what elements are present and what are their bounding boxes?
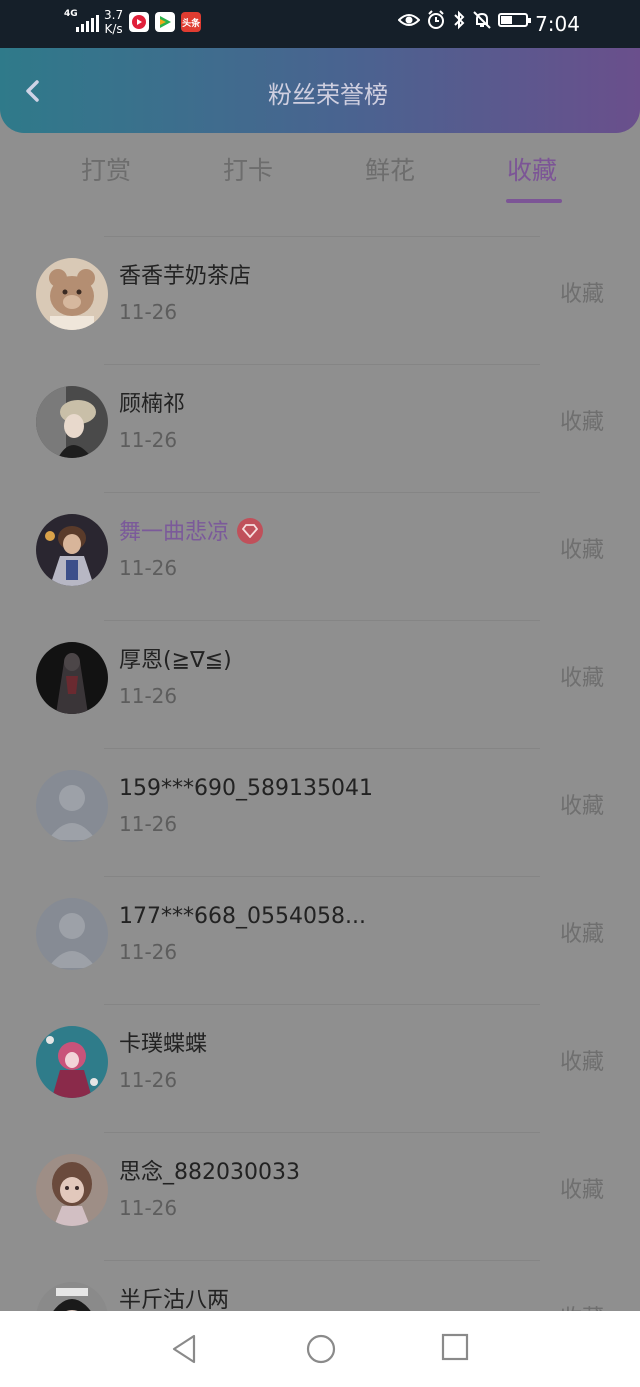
fan-name-text: 舞一曲悲凉 bbox=[119, 520, 230, 545]
action-label: 收藏 bbox=[559, 666, 604, 691]
mute-bell-icon bbox=[473, 11, 491, 29]
battery-level bbox=[501, 16, 512, 24]
list-item[interactable]: 香香芋奶茶店 11-26 收藏 bbox=[0, 236, 640, 364]
network-speed: 3.7 K/s bbox=[104, 8, 123, 36]
divider bbox=[104, 364, 540, 365]
tab-label: 打卡 bbox=[222, 156, 273, 185]
speed-value: 3.7 bbox=[104, 8, 124, 22]
fan-name: 思念_882030033 bbox=[119, 1160, 300, 1185]
avatar[interactable] bbox=[36, 1154, 108, 1226]
nav-recents-icon[interactable] bbox=[441, 1333, 469, 1361]
action-label: 收藏 bbox=[559, 1050, 604, 1075]
default-avatar-icon[interactable] bbox=[36, 898, 108, 970]
signal-icon: 4G bbox=[64, 8, 99, 36]
fan-name: 厚恩(≧∇≦) bbox=[119, 648, 232, 673]
nav-back-icon[interactable] bbox=[170, 1333, 198, 1365]
avatar[interactable] bbox=[36, 514, 108, 586]
status-right bbox=[398, 10, 531, 30]
action-label: 收藏 bbox=[559, 794, 604, 819]
fan-date: 11-26 bbox=[119, 1068, 178, 1092]
fan-name: 舞一曲悲凉 bbox=[119, 518, 264, 548]
fan-date: 11-26 bbox=[119, 300, 178, 324]
vip-diamond-icon bbox=[237, 518, 264, 544]
toutiao-label: 头条 bbox=[182, 18, 201, 29]
active-tab-indicator bbox=[506, 199, 562, 203]
divider bbox=[104, 1260, 540, 1261]
fan-list: 香香芋奶茶店 11-26 收藏 顾楠祁 11-26 收藏 舞一曲悲凉 11-26… bbox=[0, 236, 640, 1387]
list-item[interactable]: 舞一曲悲凉 11-26 收藏 bbox=[0, 492, 640, 620]
list-item[interactable]: 厚恩(≧∇≦) 11-26 收藏 bbox=[0, 620, 640, 748]
toutiao-app-icon: 头条 bbox=[181, 12, 202, 32]
avatar[interactable] bbox=[36, 642, 108, 714]
fan-name: 159***690_589135041 bbox=[119, 776, 373, 801]
battery-icon bbox=[498, 13, 531, 27]
fan-date: 11-26 bbox=[119, 684, 178, 708]
tab-label: 打赏 bbox=[80, 156, 131, 185]
tab-favorites[interactable]: 收藏 bbox=[482, 155, 582, 203]
speed-unit: K/s bbox=[104, 22, 123, 36]
avatar[interactable] bbox=[36, 386, 108, 458]
list-item[interactable]: 思念_882030033 11-26 收藏 bbox=[0, 1132, 640, 1260]
fan-date: 11-26 bbox=[119, 428, 178, 452]
avatar[interactable] bbox=[36, 258, 108, 330]
tab-label: 收藏 bbox=[506, 156, 557, 185]
divider bbox=[104, 620, 540, 621]
list-item[interactable]: 177***668_0554058... 11-26 收藏 bbox=[0, 876, 640, 1004]
divider bbox=[104, 1004, 540, 1005]
action-label: 收藏 bbox=[559, 410, 604, 435]
list-item[interactable]: 卡璞蝶蝶 11-26 收藏 bbox=[0, 1004, 640, 1132]
eye-icon bbox=[398, 14, 420, 26]
tab-label: 鲜花 bbox=[364, 156, 415, 185]
tab-reward[interactable]: 打赏 bbox=[56, 155, 156, 187]
bluetooth-icon bbox=[454, 10, 465, 30]
action-label: 收藏 bbox=[559, 282, 604, 307]
divider bbox=[104, 492, 540, 493]
action-label: 收藏 bbox=[559, 1178, 604, 1203]
divider bbox=[104, 236, 540, 237]
avatar[interactable] bbox=[36, 1026, 108, 1098]
fan-name: 卡璞蝶蝶 bbox=[119, 1032, 208, 1057]
system-navigation-bar bbox=[0, 1311, 640, 1387]
fan-date: 11-26 bbox=[119, 556, 178, 580]
default-avatar-icon[interactable] bbox=[36, 770, 108, 842]
action-label: 收藏 bbox=[559, 922, 604, 947]
divider bbox=[104, 748, 540, 749]
tab-bar: 打赏 打卡 鲜花 收藏 bbox=[0, 133, 640, 225]
clock: 7:04 bbox=[535, 12, 580, 36]
status-left: 4G 3.7 K/s 头条 bbox=[64, 8, 202, 36]
status-bar: 4G 3.7 K/s 头条 7:04 bbox=[0, 0, 640, 48]
fan-name: 177***668_0554058... bbox=[119, 904, 366, 929]
fan-date: 11-26 bbox=[119, 1196, 178, 1220]
alarm-icon bbox=[428, 10, 444, 29]
list-item[interactable]: 顾楠祁 11-26 收藏 bbox=[0, 364, 640, 492]
action-label: 收藏 bbox=[559, 538, 604, 563]
fan-date: 11-26 bbox=[119, 812, 178, 836]
fan-name: 香香芋奶茶店 bbox=[119, 264, 252, 289]
video-app-icon bbox=[129, 12, 150, 32]
tab-checkin[interactable]: 打卡 bbox=[198, 155, 298, 187]
tab-flowers[interactable]: 鲜花 bbox=[340, 155, 440, 187]
list-item[interactable]: 159***690_589135041 11-26 收藏 bbox=[0, 748, 640, 876]
nav-home-icon[interactable] bbox=[305, 1333, 337, 1365]
divider bbox=[104, 1132, 540, 1133]
green-app-icon bbox=[155, 12, 176, 32]
divider bbox=[104, 876, 540, 877]
page-title: 粉丝荣誉榜 bbox=[268, 81, 388, 109]
fan-date: 11-26 bbox=[119, 940, 178, 964]
page-header: 粉丝荣誉榜 bbox=[0, 48, 640, 133]
fan-name: 顾楠祁 bbox=[119, 392, 186, 417]
